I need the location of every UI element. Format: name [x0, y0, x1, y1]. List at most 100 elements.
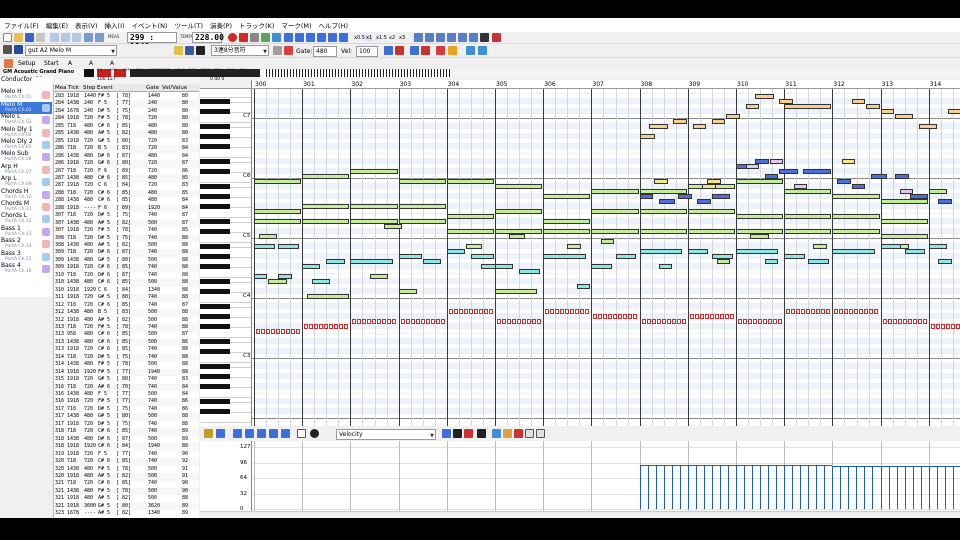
drum-note[interactable] — [522, 319, 526, 324]
table-row[interactable]: 321 718 720 C# 6 [ 85] 740 90 — [54, 480, 199, 488]
note[interactable] — [278, 244, 299, 249]
note[interactable] — [866, 104, 880, 109]
velocity-grid[interactable] — [252, 441, 960, 511]
table-row[interactable]: 320 718 720 C# 6 [ 85] 740 92 — [54, 458, 199, 466]
note[interactable] — [803, 169, 832, 174]
note[interactable] — [880, 244, 902, 249]
note[interactable] — [591, 189, 639, 194]
column-header[interactable]: Vel/Value — [162, 84, 187, 92]
drum-note[interactable] — [613, 314, 618, 319]
drum-note[interactable] — [309, 324, 314, 329]
drum-note[interactable] — [334, 324, 339, 329]
gate-input[interactable]: 480 — [313, 46, 337, 57]
track-item[interactable]: Melo Dly 2 PortA Ch.05 — [0, 139, 52, 151]
drum-note[interactable] — [372, 319, 377, 324]
start-button[interactable]: Start — [44, 60, 59, 67]
track-instrument-icon[interactable] — [42, 128, 50, 137]
drum-note[interactable] — [545, 309, 550, 314]
drum-note[interactable] — [598, 314, 603, 319]
track-item[interactable]: Chords H PortA Ch.10 — [0, 188, 52, 201]
velocity-bar[interactable] — [752, 465, 753, 509]
track-item[interactable]: Melo M PortA Ch.02 — [0, 101, 52, 114]
velocity-bar[interactable] — [928, 466, 930, 509]
graph-view-icon[interactable] — [464, 429, 473, 438]
drum-note[interactable] — [826, 309, 831, 314]
setup-icon[interactable] — [4, 59, 13, 68]
menu-item[interactable]: ファイル(F) — [4, 20, 39, 30]
black-key[interactable] — [200, 254, 230, 259]
note[interactable] — [369, 274, 388, 279]
drum-note[interactable] — [453, 309, 458, 314]
track-icon[interactable] — [14, 45, 23, 54]
flag-icon[interactable] — [514, 429, 523, 438]
table-row[interactable]: 285 718 480 C# 6 [ 85] 480 80 — [54, 123, 199, 131]
erase-tool-icon[interactable] — [310, 429, 319, 438]
drum-note[interactable] — [291, 329, 295, 334]
drum-note[interactable] — [940, 324, 945, 329]
note[interactable] — [895, 114, 914, 119]
note[interactable] — [736, 179, 784, 184]
drum-note[interactable] — [286, 329, 290, 334]
track-instrument-icon[interactable] — [42, 215, 50, 224]
menu-item[interactable]: 表示(V) — [75, 20, 98, 30]
note[interactable] — [832, 249, 875, 254]
drum-note[interactable] — [729, 314, 734, 319]
drum-note[interactable] — [950, 324, 955, 329]
table-icon[interactable] — [536, 429, 545, 438]
rewind-start-icon[interactable] — [284, 33, 293, 42]
drum-note[interactable] — [425, 319, 430, 324]
piano-roll[interactable]: C7 C6 C5 C4 C3 300 301 302 303 304 305 306 307 308 30… — [200, 80, 960, 426]
track-item[interactable]: Arp H PortA Ch.07 — [0, 163, 52, 176]
table-row[interactable]: 309 1438 480 G# 5 [ 80] 500 88 — [54, 257, 199, 265]
note[interactable] — [711, 194, 731, 199]
black-key[interactable] — [200, 324, 230, 329]
follow-icon[interactable] — [448, 46, 457, 55]
track-instrument-icon[interactable] — [42, 165, 50, 174]
black-key[interactable] — [200, 194, 230, 199]
track-instrument-icon[interactable] — [42, 227, 50, 236]
note[interactable] — [813, 244, 827, 249]
table-row[interactable]: 314 1438 480 F# 5 [ 78] 500 88 — [54, 361, 199, 369]
note[interactable] — [764, 174, 779, 179]
drum-note[interactable] — [907, 319, 912, 324]
drum-note[interactable] — [849, 309, 854, 314]
drum-note[interactable] — [874, 309, 879, 314]
spline-tool-icon[interactable] — [269, 429, 278, 438]
drum-note[interactable] — [580, 309, 585, 314]
arrow-icon[interactable] — [477, 429, 486, 438]
drum-note[interactable] — [704, 314, 709, 319]
bar-view-icon[interactable] — [442, 429, 451, 438]
horizontal-scrollbar[interactable] — [200, 511, 960, 518]
track-instrument-icon[interactable] — [42, 203, 50, 211]
new-file-icon[interactable] — [3, 33, 12, 42]
note[interactable] — [268, 279, 287, 284]
drum-note[interactable] — [676, 319, 681, 324]
velocity-bar[interactable] — [679, 465, 681, 509]
drum-note[interactable] — [930, 324, 935, 329]
velocity-bar[interactable] — [952, 466, 954, 509]
drum-note[interactable] — [502, 319, 506, 324]
next-icon[interactable] — [328, 33, 337, 42]
drum-note[interactable] — [724, 314, 729, 319]
note[interactable] — [591, 229, 639, 234]
column-header[interactable]: Tick — [68, 84, 79, 92]
table-row[interactable]: 288 1438 480 C# 6 [ 85] 480 84 — [54, 197, 199, 205]
track-item[interactable]: Chords L PortA Ch.12 — [0, 213, 52, 225]
note-grid[interactable]: 300 301 302 303 304 305 306 307 308 309 310 311 312 3… — [252, 80, 960, 426]
drum-note[interactable] — [618, 314, 623, 319]
filter-icon[interactable] — [492, 429, 501, 438]
table-row[interactable]: 321 1918 480 A# 5 [ 82] 500 88 — [54, 495, 199, 503]
drum-note[interactable] — [811, 309, 816, 314]
track-instrument-icon[interactable] — [42, 178, 50, 187]
velocity-bar[interactable] — [784, 465, 786, 509]
track-instrument-icon[interactable] — [42, 190, 50, 199]
note[interactable] — [711, 119, 726, 124]
stack-view-icon[interactable] — [453, 429, 462, 438]
cut-icon[interactable] — [50, 33, 59, 42]
table-row[interactable]: 307 718 720 D# 5 [ 75] 740 87 — [54, 212, 199, 220]
note[interactable] — [254, 179, 302, 184]
view-list-icon[interactable] — [425, 33, 434, 42]
velocity-bar[interactable] — [687, 465, 689, 509]
velocity-bar[interactable] — [792, 465, 794, 509]
note[interactable] — [639, 209, 687, 214]
